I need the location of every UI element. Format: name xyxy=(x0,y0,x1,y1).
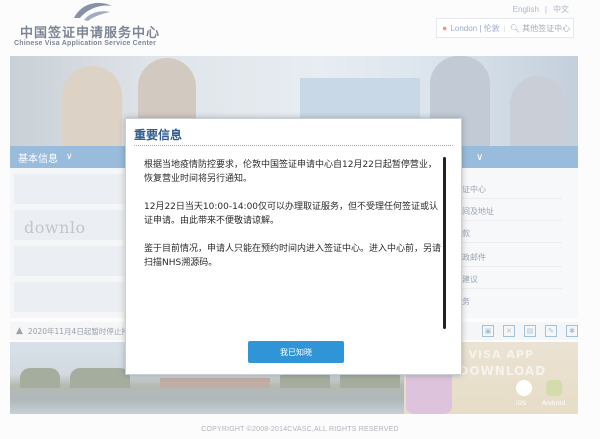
dialog-title: 重要信息 xyxy=(134,128,183,142)
title-divider xyxy=(134,145,453,146)
dialog-scrollbar[interactable] xyxy=(443,157,446,329)
dialog-paragraph-3: 鉴于目前情况，申请人只能在预约时间内进入签证中心。进入中心前，另请扫描NHS溯源… xyxy=(144,244,442,268)
dialog-body: 根据当地疫情防控要求，伦敦中国签证申请中心自12月22日起暂停营业，恢复营业时间… xyxy=(144,158,441,284)
dialog-paragraph-1: 根据当地疫情防控要求，伦敦中国签证申请中心自12月22日起暂停营业，恢复营业时间… xyxy=(144,160,437,184)
important-info-dialog: 重要信息 根据当地疫情防控要求，伦敦中国签证申请中心自12月22日起暂停营业，恢… xyxy=(125,118,462,375)
acknowledge-button[interactable]: 我已知晓 xyxy=(248,341,344,363)
dialog-paragraph-2: 12月22日当天10:00-14:00仅可以办理取证服务，但不受理任何签证或认证… xyxy=(144,202,439,226)
